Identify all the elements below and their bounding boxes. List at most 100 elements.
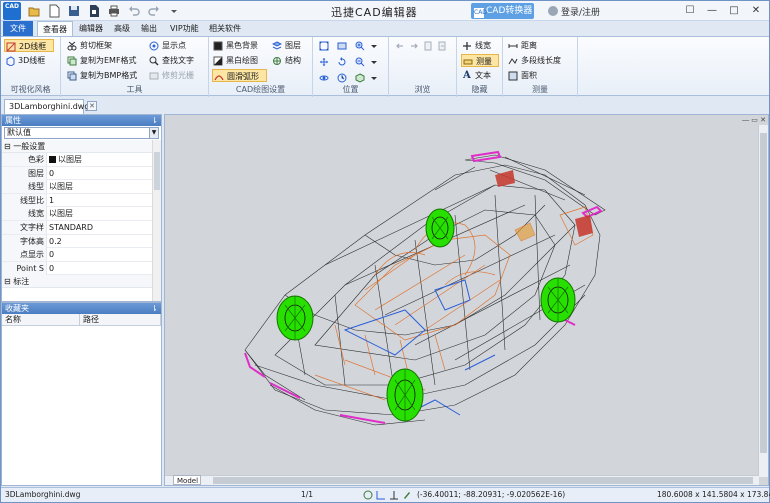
- maximize-button[interactable]: □: [726, 3, 742, 18]
- save-as-icon[interactable]: [87, 4, 101, 18]
- structure-icon: [273, 57, 281, 65]
- property-row[interactable]: 线型 以图层: [2, 180, 161, 194]
- pen-icon[interactable]: [402, 490, 412, 500]
- tab-file[interactable]: 文件: [3, 21, 33, 36]
- measure-toggle-button[interactable]: 测量: [461, 54, 499, 67]
- trim-raster-button[interactable]: 修剪光栅: [148, 69, 194, 82]
- zoom-dropdown-icon[interactable]: [369, 41, 379, 51]
- clip-frame-button[interactable]: 剪切框架: [66, 39, 112, 52]
- snap-icon[interactable]: [363, 490, 373, 500]
- undo-icon[interactable]: [127, 4, 141, 18]
- smooth-arc-icon: [214, 75, 224, 81]
- save-icon[interactable]: [67, 4, 81, 18]
- tab-output[interactable]: 输出: [136, 21, 162, 36]
- lamborghini-wireframe-drawing: [244, 150, 606, 426]
- zoom-in-icon[interactable]: [355, 41, 365, 51]
- polyline-length-button[interactable]: 多段线长度: [507, 54, 561, 67]
- copy-bmp-button[interactable]: 复制为BMP格式: [66, 69, 137, 82]
- property-row[interactable]: 文字样 STANDARD: [2, 220, 161, 235]
- zoom-window-icon[interactable]: [337, 41, 347, 51]
- browse-next-doc-icon[interactable]: [437, 41, 447, 51]
- layers-button[interactable]: 图层: [271, 39, 301, 52]
- open-icon[interactable]: [27, 4, 41, 18]
- back-icon[interactable]: [395, 41, 405, 51]
- cad-converter-button[interactable]: CADCAD转换器: [471, 3, 534, 19]
- 3d-view-icon[interactable]: [355, 73, 365, 83]
- smooth-arc-button[interactable]: 圆滑弧形: [212, 69, 267, 82]
- pin-icon[interactable]: ⇂: [151, 115, 158, 126]
- orbit-icon[interactable]: [319, 73, 329, 83]
- pin-icon[interactable]: ⇂: [151, 303, 158, 314]
- grid-icon[interactable]: [376, 490, 386, 500]
- ortho-icon[interactable]: [389, 490, 399, 500]
- document-tab[interactable]: 3DLamborghini.dwg: [4, 99, 89, 114]
- login-link[interactable]: 登录/注册: [548, 5, 600, 18]
- column-header-path[interactable]: 路径: [80, 314, 161, 325]
- black-white-drawing-button[interactable]: 黑白绘图: [212, 54, 258, 67]
- wireframe-2d-button[interactable]: 2D线框: [4, 39, 54, 52]
- close-document-icon[interactable]: ✕: [87, 101, 97, 111]
- section-annotation[interactable]: ⊟ 标注: [2, 275, 161, 289]
- new-icon[interactable]: [47, 4, 61, 18]
- minimize-button[interactable]: —: [704, 3, 720, 18]
- black-white-label: 黑白绘图: [226, 56, 258, 65]
- property-row[interactable]: 线型比 1: [2, 193, 161, 208]
- close-button[interactable]: ✕: [748, 3, 764, 18]
- find-text-button[interactable]: 查找文字: [148, 54, 194, 67]
- rotate-view-icon[interactable]: [337, 57, 347, 67]
- wireframe-3d-button[interactable]: 3D线框: [4, 54, 45, 67]
- print-icon[interactable]: [107, 4, 121, 18]
- canvas-vertical-scrollbar[interactable]: [758, 125, 768, 477]
- properties-scrollbar[interactable]: [152, 140, 161, 301]
- scrollbar-thumb[interactable]: [213, 477, 753, 484]
- 3d-view-dropdown-icon[interactable]: [369, 73, 379, 83]
- pan-icon[interactable]: [319, 57, 329, 67]
- property-row[interactable]: 线宽 以图层: [2, 207, 161, 221]
- scrollbar-thumb[interactable]: [154, 152, 160, 190]
- smooth-arc-label: 圆滑弧形: [227, 72, 259, 81]
- tab-viewer[interactable]: 查看器: [37, 21, 73, 36]
- zoom-out-icon[interactable]: [355, 57, 365, 67]
- quick-access-dropdown-icon[interactable]: [167, 4, 181, 18]
- property-row[interactable]: Point S0: [2, 261, 161, 276]
- property-key: 字体高: [2, 234, 47, 248]
- black-background-label: 黑色背景: [226, 41, 258, 50]
- zoom-out-dropdown-icon[interactable]: [369, 57, 379, 67]
- distance-button[interactable]: 距离: [507, 39, 537, 52]
- show-points-button[interactable]: 显示点: [148, 39, 186, 52]
- structure-button[interactable]: 结构: [271, 54, 301, 67]
- feedback-button[interactable]: ☐: [682, 3, 698, 18]
- group-label-cad-settings: CAD绘图设置: [235, 85, 286, 94]
- line-width-button[interactable]: 线宽: [461, 39, 491, 52]
- color-swatch: [49, 156, 56, 163]
- section-general[interactable]: ⊟ 一般设置: [2, 140, 161, 153]
- canvas-horizontal-scrollbar[interactable]: [165, 475, 759, 485]
- previous-view-icon[interactable]: [337, 73, 347, 83]
- property-row[interactable]: 字体高 0.2: [2, 234, 161, 249]
- scrollbar-thumb[interactable]: [760, 133, 767, 453]
- tab-related-software[interactable]: 相关软件: [204, 21, 246, 36]
- model-tab[interactable]: Model: [173, 475, 201, 485]
- property-row[interactable]: 图层 0: [2, 166, 161, 181]
- tab-advanced[interactable]: 高级: [109, 21, 135, 36]
- column-header-name[interactable]: 名称: [2, 314, 80, 325]
- group-label-visual-style: 可视化风格: [10, 85, 51, 94]
- forward-icon[interactable]: [409, 41, 419, 51]
- black-background-icon: [213, 41, 223, 51]
- favorites-header: 收藏夹 ⇂: [2, 303, 161, 314]
- property-row[interactable]: 点显示 0: [2, 248, 161, 262]
- copy-emf-button[interactable]: 复制为EMF格式: [66, 54, 137, 67]
- show-points-label: 显示点: [162, 41, 186, 50]
- text-toggle-button[interactable]: A 文本: [461, 69, 491, 82]
- tab-vip[interactable]: VIP功能: [165, 21, 204, 36]
- area-button[interactable]: 面积: [507, 69, 537, 82]
- redo-icon[interactable]: [147, 4, 161, 18]
- zoom-extents-icon[interactable]: [319, 41, 329, 51]
- property-row[interactable]: 色彩 以图层: [2, 153, 161, 167]
- polyline-icon: [508, 58, 518, 65]
- black-background-button[interactable]: 黑色背景: [212, 39, 258, 52]
- tab-editor[interactable]: 编辑器: [74, 21, 108, 36]
- browse-doc-icon[interactable]: [423, 41, 433, 51]
- properties-selector[interactable]: 默认值 ▼: [4, 127, 159, 139]
- drawing-canvas[interactable]: ― ▭ ✕ Model: [164, 114, 769, 486]
